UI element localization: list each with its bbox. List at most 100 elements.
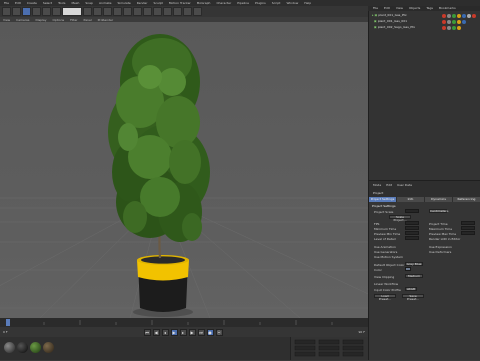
viewport-menu-prorender[interactable]: ProRender <box>98 18 113 22</box>
object-menu-view[interactable]: View <box>396 6 403 11</box>
project-scale-field[interactable] <box>405 209 419 213</box>
cube-icon[interactable] <box>123 7 132 16</box>
live-selection-icon[interactable] <box>22 7 31 16</box>
units-dropdown[interactable]: Centimeters <box>429 209 448 213</box>
next-key-icon[interactable]: ▶ <box>188 328 196 336</box>
menu-user-data[interactable]: User Data <box>397 183 412 187</box>
play-icon[interactable]: ▶ <box>170 328 178 336</box>
move-icon[interactable] <box>32 7 41 16</box>
menu-simulate[interactable]: Simulate <box>118 1 131 5</box>
render-view-icon[interactable] <box>93 7 102 16</box>
viewport-menu-cameras[interactable]: Cameras <box>16 18 29 22</box>
go-to-start-icon[interactable]: ⏮ <box>143 328 151 336</box>
light-icon[interactable] <box>193 7 202 16</box>
field-label: Preview Max Time <box>429 232 457 236</box>
load-preset-button[interactable]: Load Preset... <box>374 294 396 301</box>
project-time-field[interactable] <box>461 221 475 225</box>
record-icon[interactable]: ● <box>206 328 214 336</box>
menu-help[interactable]: Help <box>304 1 311 5</box>
bend-icon[interactable] <box>163 7 172 16</box>
next-frame-icon[interactable]: ▸ <box>179 328 187 336</box>
menu-mesh[interactable]: Mesh <box>71 1 79 5</box>
menu-sculpt[interactable]: Sculpt <box>153 1 162 5</box>
material-tag-icons[interactable] <box>440 13 478 30</box>
pen-icon[interactable] <box>133 7 142 16</box>
menu-select[interactable]: Select <box>43 1 52 5</box>
field-label: Render LOD in Editor <box>429 237 461 241</box>
menu-snap[interactable]: Snap <box>85 1 93 5</box>
scale-project-button[interactable]: Scale Project... <box>389 215 411 222</box>
object-menu-file[interactable]: File <box>373 6 378 11</box>
field-label: Default Object Color <box>374 263 405 267</box>
input-color-profile-dropdown[interactable]: sRGB <box>405 287 417 291</box>
menu-script[interactable]: Script <box>272 1 281 5</box>
camera-icon[interactable] <box>183 7 192 16</box>
coordinate-manager <box>290 337 368 360</box>
preview-min-time-field[interactable] <box>405 231 419 235</box>
menu-create[interactable]: Create <box>27 1 37 5</box>
autokey-icon[interactable]: ⦿ <box>215 328 223 336</box>
fps-field[interactable] <box>405 221 419 225</box>
field-label: View Clipping <box>374 275 395 279</box>
attribute-manager-menu: Mode Edit User Data <box>369 181 480 189</box>
material-swatch-2[interactable] <box>17 342 28 353</box>
redo-icon[interactable] <box>12 7 21 16</box>
previous-frame-icon[interactable]: ◂ <box>161 328 169 336</box>
viewport-menu-filter[interactable]: Filter <box>70 18 77 22</box>
object-row[interactable]: ▣ plant_001_Gas_001 <box>372 19 407 24</box>
field-label: Maximum Time <box>429 227 453 231</box>
floor-icon[interactable] <box>173 7 182 16</box>
minimum-time-field[interactable] <box>405 226 419 230</box>
menu-mode[interactable]: Mode <box>373 183 381 187</box>
render-settings-icon[interactable] <box>113 7 122 16</box>
menu-tools[interactable]: Tools <box>58 1 65 5</box>
go-to-end-icon[interactable]: ⏭ <box>197 328 205 336</box>
menu-edit[interactable]: Edit <box>15 1 21 5</box>
menu-edit[interactable]: Edit <box>386 183 392 187</box>
object-manager <box>368 6 480 180</box>
scale-icon[interactable] <box>42 7 51 16</box>
level-of-detail-field[interactable] <box>405 236 419 240</box>
object-row[interactable]: ▸ ▣ plant_001_Gas_Ptx <box>372 13 407 18</box>
material-swatch-4[interactable] <box>43 342 54 353</box>
menu-window[interactable]: Window <box>286 1 298 5</box>
menu-file[interactable]: File <box>4 1 9 5</box>
render-picture-viewer-icon[interactable] <box>103 7 112 16</box>
preview-max-time-field[interactable] <box>461 231 475 235</box>
array-icon[interactable] <box>153 7 162 16</box>
checkbox-label: Use Deformers <box>429 250 452 254</box>
view-clipping-dropdown[interactable]: Medium <box>405 274 423 278</box>
menu-render[interactable]: Render <box>137 1 148 5</box>
maximum-time-field[interactable] <box>461 226 475 230</box>
rotate-icon[interactable] <box>52 7 61 16</box>
save-preset-button[interactable]: Save Preset... <box>402 294 424 301</box>
plant-pot[interactable] <box>137 255 189 312</box>
default-object-color-dropdown[interactable]: Gray Blue <box>405 262 423 266</box>
subdivision-icon[interactable] <box>143 7 152 16</box>
xyz-lock-icon[interactable] <box>62 7 82 16</box>
viewport-menu-options[interactable]: Options <box>53 18 65 22</box>
menu-plugins[interactable]: Plugins <box>255 1 266 5</box>
menu-animate[interactable]: Animate <box>99 1 112 5</box>
3d-viewport[interactable] <box>0 22 368 318</box>
undo-icon[interactable] <box>2 7 11 16</box>
coordinate-system-icon[interactable] <box>83 7 92 16</box>
object-menu-edit[interactable]: Edit <box>384 6 390 11</box>
color-swatch[interactable] <box>405 267 411 271</box>
previous-key-icon[interactable]: ◀ <box>152 328 160 336</box>
menu-motion-tracker[interactable]: Motion Tracker <box>169 1 191 5</box>
material-swatch-3[interactable] <box>30 342 41 353</box>
object-menu-tags[interactable]: Tags <box>426 6 433 11</box>
object-menu-objects[interactable]: Objects <box>409 6 420 11</box>
viewport-menu-view[interactable]: View <box>3 18 10 22</box>
object-row[interactable]: ▣ plant_002_Sago_Gas_Ptx <box>372 25 415 30</box>
menu-character[interactable]: Character <box>216 1 231 5</box>
object-menu-bookmarks[interactable]: Bookmarks <box>439 6 456 11</box>
timeline-ruler[interactable] <box>0 318 368 327</box>
menu-pipeline[interactable]: Pipeline <box>237 1 249 5</box>
menu-mograph[interactable]: MoGraph <box>197 1 211 5</box>
material-swatch-1[interactable] <box>4 342 15 353</box>
viewport-menu-display[interactable]: Display <box>35 18 46 22</box>
plant-foliage[interactable] <box>108 34 210 242</box>
viewport-menu-panel[interactable]: Panel <box>84 18 92 22</box>
